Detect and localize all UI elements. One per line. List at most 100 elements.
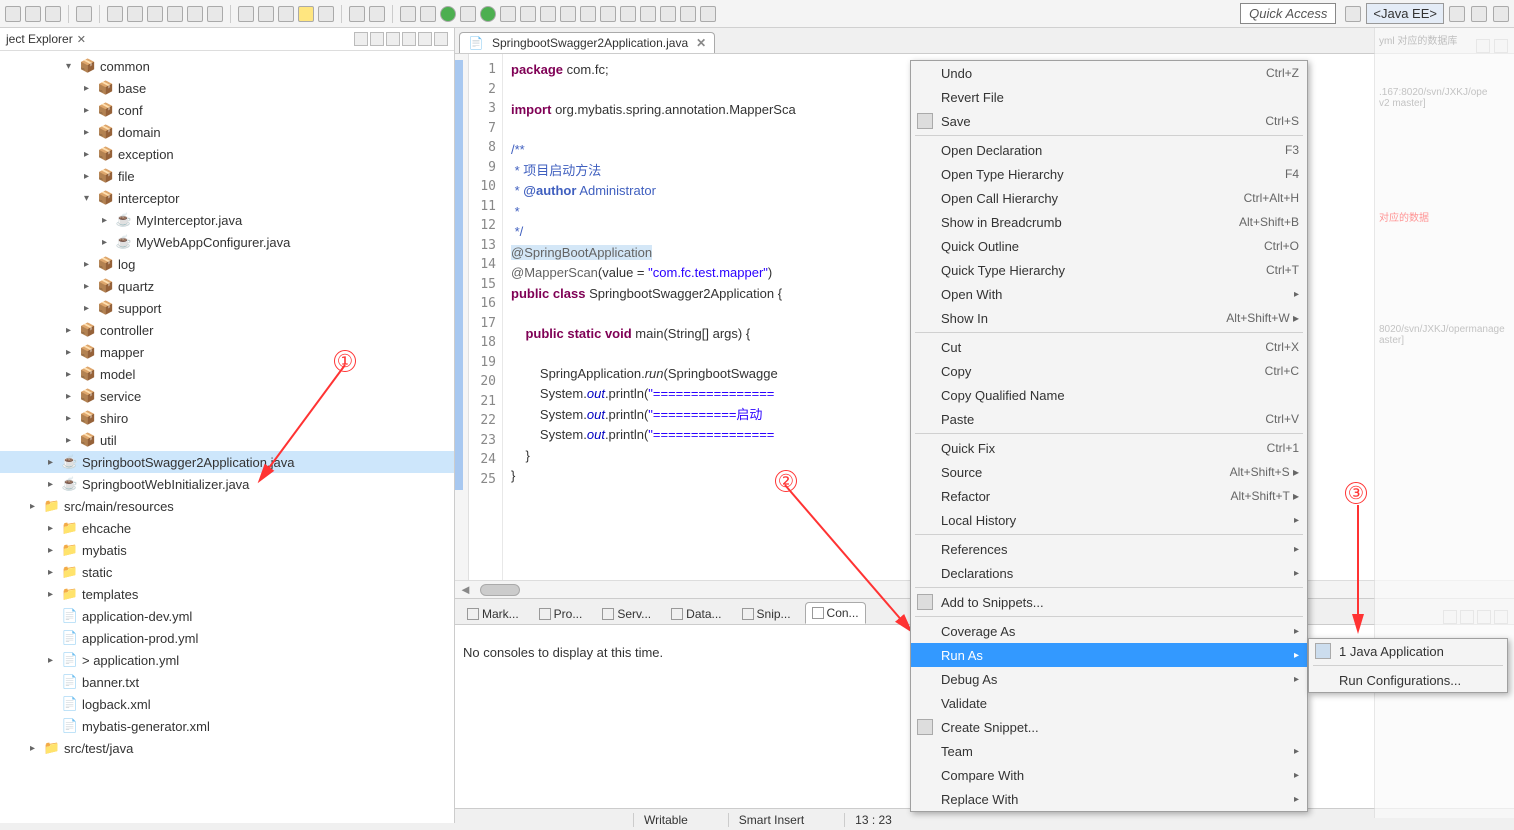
context-menu-item[interactable]: Copy Qualified Name — [911, 383, 1307, 407]
tb-icon[interactable] — [127, 6, 143, 22]
tree-twist-icon[interactable]: ▸ — [66, 325, 80, 336]
context-menu-item[interactable]: PasteCtrl+V — [911, 407, 1307, 431]
close-icon[interactable]: ✕ — [77, 33, 86, 46]
tree-node[interactable]: ▸📦exception — [0, 143, 454, 165]
context-menu-item[interactable]: References▸ — [911, 537, 1307, 561]
context-menu-item[interactable]: RefactorAlt+Shift+T ▸ — [911, 484, 1307, 508]
tree-twist-icon[interactable]: ▸ — [66, 347, 80, 358]
tree-twist-icon[interactable]: ▸ — [84, 83, 98, 94]
tree-twist-icon[interactable]: ▸ — [84, 303, 98, 314]
tb-icon[interactable] — [480, 6, 496, 22]
context-menu-item[interactable]: Coverage As▸ — [911, 619, 1307, 643]
tree-node[interactable]: ▸📁templates — [0, 583, 454, 605]
run-icon[interactable] — [440, 6, 456, 22]
context-menu-item[interactable]: Quick FixCtrl+1 — [911, 436, 1307, 460]
tb-icon[interactable] — [147, 6, 163, 22]
tree-node[interactable]: 📄banner.txt — [0, 671, 454, 693]
tree-node[interactable]: 📄application-dev.yml — [0, 605, 454, 627]
tree-twist-icon[interactable]: ▸ — [84, 127, 98, 138]
context-menu-item[interactable]: Replace With▸ — [911, 787, 1307, 811]
project-tree[interactable]: ▾📦common▸📦base▸📦conf▸📦domain▸📦exception▸… — [0, 51, 454, 823]
tree-node[interactable]: ▸📦log — [0, 253, 454, 275]
tb-icon[interactable] — [460, 6, 476, 22]
tree-twist-icon[interactable]: ▸ — [102, 215, 116, 226]
perspective-icon[interactable] — [1449, 6, 1465, 22]
tree-node[interactable]: ▸📦file — [0, 165, 454, 187]
tree-node[interactable]: 📄application-prod.yml — [0, 627, 454, 649]
tree-twist-icon[interactable]: ▸ — [30, 501, 44, 512]
tree-twist-icon[interactable]: ▸ — [66, 391, 80, 402]
tree-twist-icon[interactable]: ▸ — [48, 523, 62, 534]
tb-icon[interactable] — [500, 6, 516, 22]
submenu-item[interactable]: 1 Java Application — [1309, 639, 1507, 663]
tree-node[interactable]: ▸📦shiro — [0, 407, 454, 429]
tree-node[interactable]: ▸☕SpringbootWebInitializer.java — [0, 473, 454, 495]
context-menu-item[interactable]: Open Type HierarchyF4 — [911, 162, 1307, 186]
submenu-item[interactable]: Run Configurations... — [1309, 668, 1507, 692]
tree-node[interactable]: ▾📦common — [0, 55, 454, 77]
context-menu-item[interactable]: SaveCtrl+S — [911, 109, 1307, 133]
run-as-submenu[interactable]: 1 Java Application Run Configurations... — [1308, 638, 1508, 693]
tree-twist-icon[interactable]: ▸ — [84, 105, 98, 116]
context-menu-item[interactable]: Validate — [911, 691, 1307, 715]
perspective-icon[interactable] — [1493, 6, 1509, 22]
tb-icon[interactable] — [680, 6, 696, 22]
tree-node[interactable]: ▸📦model — [0, 363, 454, 385]
tree-twist-icon[interactable]: ▸ — [84, 149, 98, 160]
tree-node[interactable]: ▸📁mybatis — [0, 539, 454, 561]
tree-node[interactable]: 📄mybatis-generator.xml — [0, 715, 454, 737]
editor-tab[interactable]: 📄 SpringbootSwagger2Application.java ✕ — [459, 32, 715, 53]
minimize-icon[interactable] — [418, 32, 432, 46]
tb-icon[interactable] — [520, 6, 536, 22]
context-menu-item[interactable]: Create Snippet... — [911, 715, 1307, 739]
tree-twist-icon[interactable]: ▸ — [48, 545, 62, 556]
context-menu-item[interactable]: Quick OutlineCtrl+O — [911, 234, 1307, 258]
tb-icon[interactable] — [640, 6, 656, 22]
tb-icon[interactable] — [540, 6, 556, 22]
tree-twist-icon[interactable]: ▸ — [66, 435, 80, 446]
context-menu-item[interactable]: SourceAlt+Shift+S ▸ — [911, 460, 1307, 484]
bottom-tab[interactable]: Snip... — [736, 604, 797, 624]
tb-icon[interactable] — [400, 6, 416, 22]
tree-twist-icon[interactable]: ▸ — [48, 457, 62, 468]
tree-node[interactable]: ▸☕MyWebAppConfigurer.java — [0, 231, 454, 253]
tree-twist-icon[interactable]: ▸ — [66, 413, 80, 424]
context-menu-item[interactable]: Debug As▸ — [911, 667, 1307, 691]
tb-icon[interactable] — [600, 6, 616, 22]
close-tab-icon[interactable]: ✕ — [696, 36, 706, 50]
tb-icon[interactable] — [207, 6, 223, 22]
context-menu-item[interactable]: Compare With▸ — [911, 763, 1307, 787]
tree-twist-icon[interactable]: ▸ — [48, 655, 62, 666]
tb-icon[interactable] — [187, 6, 203, 22]
context-menu-item[interactable]: Quick Type HierarchyCtrl+T — [911, 258, 1307, 282]
open-perspective-icon[interactable] — [1345, 6, 1361, 22]
tree-node[interactable]: ▸📦service — [0, 385, 454, 407]
tb-icon[interactable] — [660, 6, 676, 22]
tb-icon[interactable] — [258, 6, 274, 22]
maximize-icon[interactable] — [434, 32, 448, 46]
link-editor-icon[interactable] — [370, 32, 384, 46]
tb-icon[interactable] — [76, 6, 92, 22]
tb-icon[interactable] — [278, 6, 294, 22]
tree-node[interactable]: ▸📦conf — [0, 99, 454, 121]
tb-icon[interactable] — [238, 6, 254, 22]
javaee-perspective-button[interactable]: <Java EE> — [1366, 3, 1444, 24]
tb-icon[interactable] — [560, 6, 576, 22]
tree-node[interactable]: ▸📄> application.yml — [0, 649, 454, 671]
context-menu-item[interactable]: Local History▸ — [911, 508, 1307, 532]
tree-node[interactable]: ▸📦mapper — [0, 341, 454, 363]
tb-icon[interactable] — [620, 6, 636, 22]
tree-twist-icon[interactable]: ▸ — [102, 237, 116, 248]
context-menu-item[interactable]: Open DeclarationF3 — [911, 138, 1307, 162]
context-menu-item[interactable]: CopyCtrl+C — [911, 359, 1307, 383]
context-menu-item[interactable]: Team▸ — [911, 739, 1307, 763]
tb-icon[interactable] — [5, 6, 21, 22]
tb-icon[interactable] — [318, 6, 334, 22]
tb-icon[interactable] — [45, 6, 61, 22]
bottom-tab[interactable]: Mark... — [461, 604, 525, 624]
tree-node[interactable]: ▸📁src/main/resources — [0, 495, 454, 517]
tb-icon[interactable] — [580, 6, 596, 22]
context-menu-item[interactable]: Declarations▸ — [911, 561, 1307, 585]
context-menu-item[interactable]: Show InAlt+Shift+W ▸ — [911, 306, 1307, 330]
context-menu-item[interactable]: Revert File — [911, 85, 1307, 109]
